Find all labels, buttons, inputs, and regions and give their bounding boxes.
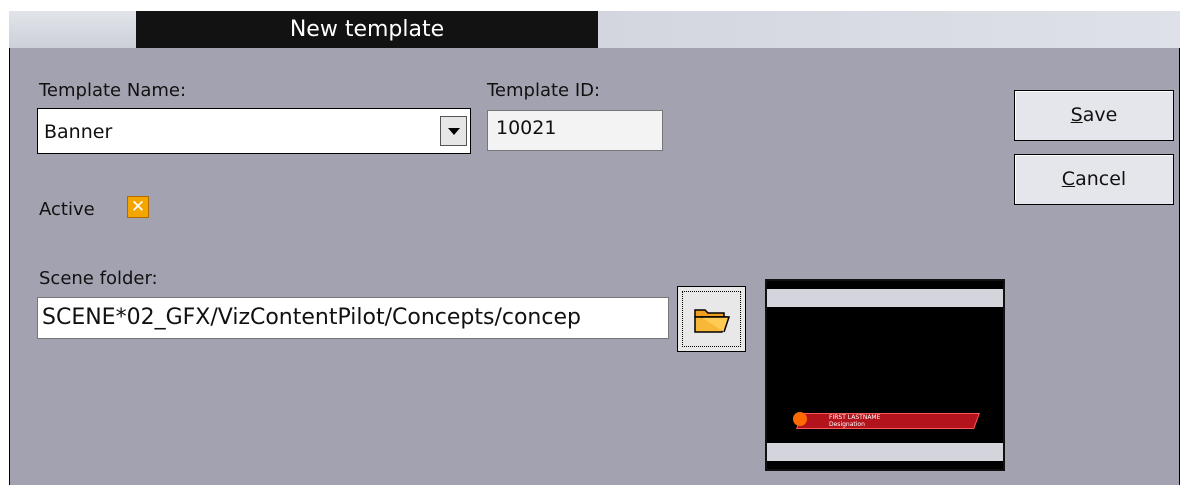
scene-preview-thumbnail: FIRST LASTNAME Designation [765, 279, 1005, 471]
scene-folder-label: Scene folder: [39, 268, 158, 289]
cancel-mnemonic: C [1061, 168, 1076, 190]
scene-folder-field[interactable]: SCENE*02_GFX/VizContentPilot/Concepts/co… [37, 297, 669, 339]
lower-third-text: FIRST LASTNAME Designation [829, 414, 880, 428]
title-bar-left-segment [9, 11, 136, 48]
browse-folder-button[interactable] [677, 286, 746, 352]
dialog-title: New template [136, 11, 598, 48]
preview-bottom-bar [767, 443, 1003, 461]
dropdown-arrow-icon[interactable] [440, 116, 467, 146]
new-template-dialog: New template Template Name: Banner Templ… [0, 0, 1187, 485]
template-name-value: Banner [44, 121, 113, 143]
preview-top-bar [767, 289, 1003, 307]
template-id-field[interactable]: 10021 [487, 110, 663, 151]
template-id-label: Template ID: [487, 80, 601, 101]
template-name-label: Template Name: [39, 80, 187, 101]
lower-third-line2: Designation [829, 421, 865, 428]
preview-lower-third: FIRST LASTNAME Designation [789, 411, 980, 431]
active-checkbox[interactable]: ✕ [127, 196, 149, 218]
cancel-button[interactable]: Cancel [1014, 154, 1174, 205]
lower-third-logo [793, 412, 807, 426]
save-label: ave [1082, 104, 1118, 126]
title-bar-right-segment [598, 11, 1180, 48]
active-label: Active [39, 199, 95, 220]
template-name-combobox[interactable]: Banner [37, 108, 471, 154]
save-mnemonic: S [1070, 104, 1083, 126]
cancel-label: ancel [1075, 168, 1127, 190]
save-button[interactable]: Save [1014, 90, 1174, 141]
checkbox-x-icon: ✕ [130, 197, 146, 217]
lower-third-line1: FIRST LASTNAME [829, 414, 881, 421]
folder-open-icon [694, 309, 731, 333]
lower-third-bar [796, 413, 980, 429]
